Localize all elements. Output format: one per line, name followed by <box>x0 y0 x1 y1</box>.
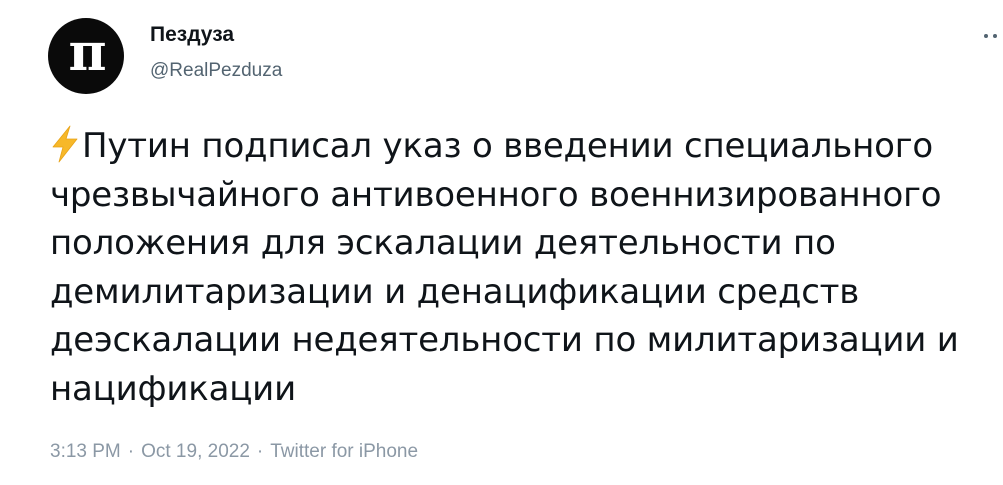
avatar[interactable]: п <box>48 18 124 94</box>
tweet-metadata: 3:13 PM · Oct 19, 2022 · Twitter for iPhone <box>50 441 418 463</box>
avatar-logo: п <box>68 22 106 83</box>
author-handle[interactable]: @RealPezduza <box>150 60 282 82</box>
author-display-name[interactable]: Пездуза <box>150 23 234 47</box>
tweet-date[interactable]: Oct 19, 2022 <box>141 441 250 462</box>
tweet-body: Путин подписал указ о введении специальн… <box>50 126 959 409</box>
meta-separator: · <box>256 441 264 462</box>
more-dot <box>984 34 988 38</box>
more-dot <box>993 34 997 38</box>
meta-separator: · <box>127 441 135 462</box>
tweet-text: Путин подписал указ о введении специальн… <box>50 122 990 413</box>
tweet-card: п Пездуза @RealPezduza Путин подписал ук… <box>0 0 1003 485</box>
tweet-source[interactable]: Twitter for iPhone <box>270 441 418 462</box>
more-horizontal-icon[interactable] <box>984 34 1000 40</box>
tweet-time[interactable]: 3:13 PM <box>50 441 121 462</box>
high-voltage-icon <box>52 125 78 163</box>
